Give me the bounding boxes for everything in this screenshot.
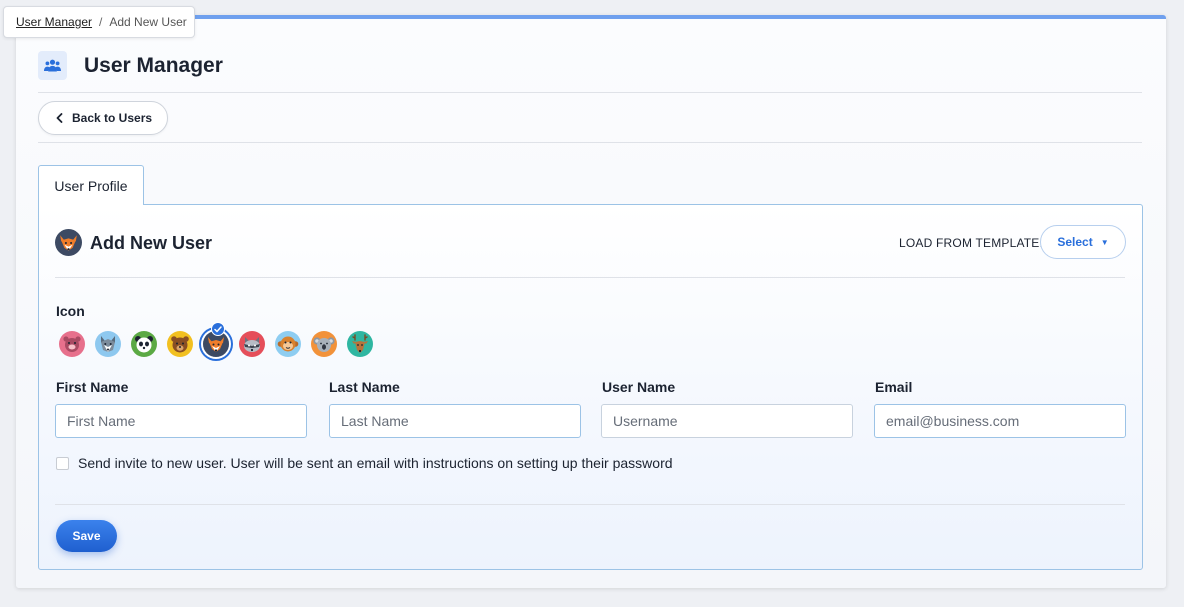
- panda-icon[interactable]: [131, 331, 157, 357]
- form-title: Add New User: [90, 233, 213, 253]
- last-name-label: Last Name: [329, 379, 400, 395]
- tab-user-profile[interactable]: User Profile: [38, 165, 144, 205]
- chevron-left-icon: [56, 113, 63, 123]
- icon-label: Icon: [56, 303, 85, 319]
- monkey-icon[interactable]: [275, 331, 301, 357]
- bear-icon[interactable]: [167, 331, 193, 357]
- fox-icon[interactable]: [203, 322, 229, 357]
- send-invite-label: Send invite to new user. User will be se…: [78, 455, 673, 471]
- caret-down-icon: ▼: [1100, 237, 1109, 247]
- back-to-users-button[interactable]: Back to Users: [38, 101, 168, 135]
- back-button-label: Back to Users: [72, 111, 153, 125]
- form-header-divider: [55, 277, 1125, 278]
- selected-check-icon: [211, 322, 225, 336]
- pig-icon[interactable]: [59, 331, 85, 357]
- email-label: Email: [875, 379, 913, 395]
- husky-icon[interactable]: [95, 331, 121, 357]
- first-name-input[interactable]: [55, 404, 307, 438]
- save-button[interactable]: Save: [56, 520, 117, 552]
- fox-avatar-icon: [55, 229, 82, 256]
- breadcrumb-current: Add New User: [109, 15, 187, 29]
- breadcrumb-separator: /: [99, 15, 103, 29]
- template-select[interactable]: Select ▼: [1040, 225, 1126, 259]
- users-icon: [38, 51, 67, 80]
- template-label: LOAD FROM TEMPLATE:: [899, 236, 1044, 250]
- deer-icon[interactable]: [347, 331, 373, 357]
- user-name-label: User Name: [602, 379, 676, 395]
- user-profile-panel: Add New User LOAD FROM TEMPLATE: Select …: [38, 204, 1143, 570]
- template-select-value: Select: [1057, 235, 1093, 249]
- raccoon-icon[interactable]: [239, 331, 265, 357]
- send-invite-checkbox[interactable]: [56, 456, 69, 470]
- breadcrumb-link-user-manager[interactable]: User Manager: [16, 15, 92, 29]
- page-title: User Manager: [84, 54, 223, 77]
- header-divider: [38, 92, 1142, 93]
- form-footer-divider: [55, 504, 1125, 505]
- invite-row: Send invite to new user. User will be se…: [56, 455, 673, 471]
- first-name-label: First Name: [56, 379, 129, 395]
- last-name-input[interactable]: [329, 404, 581, 438]
- breadcrumb: User Manager / Add New User: [3, 6, 195, 38]
- toolbar-divider: [38, 142, 1142, 143]
- username-input[interactable]: [601, 404, 853, 438]
- email-input[interactable]: [874, 404, 1126, 438]
- koala-icon[interactable]: [311, 331, 337, 357]
